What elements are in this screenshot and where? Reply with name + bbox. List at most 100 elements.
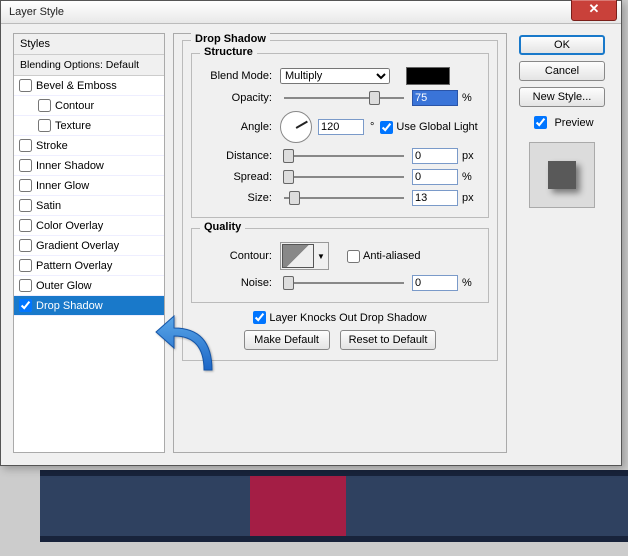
bg-bar [40, 476, 628, 536]
styles-header[interactable]: Styles [14, 34, 164, 55]
style-item-checkbox[interactable] [19, 79, 32, 92]
opacity-label: Opacity: [200, 92, 276, 104]
close-button[interactable]: ✕ [571, 0, 617, 21]
layer-knockout[interactable]: Layer Knocks Out Drop Shadow [253, 311, 426, 324]
style-item-drop-shadow[interactable]: Drop Shadow [14, 296, 164, 316]
use-global-light-checkbox[interactable] [380, 121, 393, 134]
anti-aliased-label: Anti-aliased [363, 250, 420, 262]
style-item-checkbox[interactable] [19, 259, 32, 272]
contour-picker[interactable]: ▼ [280, 242, 329, 270]
style-item-checkbox[interactable] [19, 299, 32, 312]
style-item-inner-glow[interactable]: Inner Glow [14, 176, 164, 196]
anti-aliased-checkbox[interactable] [347, 250, 360, 263]
style-item-checkbox[interactable] [19, 159, 32, 172]
style-item-label: Color Overlay [36, 220, 103, 232]
style-item-checkbox[interactable] [19, 239, 32, 252]
angle-dial[interactable] [280, 111, 312, 143]
noise-slider[interactable] [280, 282, 408, 284]
layer-knockout-label: Layer Knocks Out Drop Shadow [269, 312, 426, 324]
style-item-label: Drop Shadow [36, 300, 103, 312]
style-item-label: Inner Glow [36, 180, 89, 192]
style-item-texture[interactable]: Texture [14, 116, 164, 136]
opacity-slider[interactable] [280, 97, 408, 99]
blending-options[interactable]: Blending Options: Default [14, 55, 164, 76]
preview-box [529, 142, 595, 208]
size-field[interactable] [412, 190, 458, 206]
style-item-label: Gradient Overlay [36, 240, 119, 252]
noise-label: Noise: [200, 277, 276, 289]
style-item-checkbox[interactable] [38, 99, 51, 112]
window-title: Layer Style [9, 6, 64, 18]
angle-unit: ° [370, 121, 374, 133]
distance-unit: px [462, 150, 480, 162]
style-item-label: Stroke [36, 140, 68, 152]
style-item-checkbox[interactable] [19, 179, 32, 192]
style-item-pattern-overlay[interactable]: Pattern Overlay [14, 256, 164, 276]
structure-legend: Structure [200, 46, 257, 58]
preview-checkbox[interactable] [534, 116, 547, 129]
dialog-content: Styles Blending Options: Default Bevel &… [7, 27, 615, 459]
style-item-gradient-overlay[interactable]: Gradient Overlay [14, 236, 164, 256]
style-item-checkbox[interactable] [19, 139, 32, 152]
bg-bar-accent [250, 476, 346, 536]
style-item-label: Bevel & Emboss [36, 80, 117, 92]
style-item-label: Inner Shadow [36, 160, 104, 172]
style-item-label: Texture [55, 120, 91, 132]
size-unit: px [462, 192, 480, 204]
chevron-down-icon: ▼ [315, 252, 327, 261]
contour-label: Contour: [200, 250, 276, 262]
structure-group: Structure Blend Mode: Multiply Opacity: [191, 53, 489, 218]
spread-unit: % [462, 171, 480, 183]
ok-button[interactable]: OK [519, 35, 605, 55]
style-item-stroke[interactable]: Stroke [14, 136, 164, 156]
style-item-label: Contour [55, 100, 94, 112]
blend-mode-label: Blend Mode: [200, 70, 276, 82]
blend-mode-select[interactable]: Multiply [280, 68, 390, 84]
style-item-inner-shadow[interactable]: Inner Shadow [14, 156, 164, 176]
style-item-color-overlay[interactable]: Color Overlay [14, 216, 164, 236]
style-item-label: Pattern Overlay [36, 260, 112, 272]
style-item-outer-glow[interactable]: Outer Glow [14, 276, 164, 296]
layer-knockout-checkbox[interactable] [253, 311, 266, 324]
make-default-button[interactable]: Make Default [244, 330, 330, 350]
drop-shadow-title: Drop Shadow [191, 33, 270, 45]
new-style-button[interactable]: New Style... [519, 87, 605, 107]
quality-group: Quality Contour: ▼ Anti-aliased [191, 228, 489, 303]
styles-panel: Styles Blending Options: Default Bevel &… [13, 33, 165, 453]
style-item-label: Outer Glow [36, 280, 92, 292]
distance-field[interactable] [412, 148, 458, 164]
noise-field[interactable] [412, 275, 458, 291]
size-slider[interactable] [280, 197, 408, 199]
anti-aliased[interactable]: Anti-aliased [347, 250, 420, 263]
angle-label: Angle: [200, 121, 276, 133]
preview-label: Preview [554, 117, 593, 129]
style-item-checkbox[interactable] [19, 199, 32, 212]
distance-slider[interactable] [280, 155, 408, 157]
distance-label: Distance: [200, 150, 276, 162]
style-item-checkbox[interactable] [19, 279, 32, 292]
spread-label: Spread: [200, 171, 276, 183]
spread-field[interactable] [412, 169, 458, 185]
shadow-color-swatch[interactable] [406, 67, 450, 85]
use-global-light[interactable]: Use Global Light [380, 121, 477, 134]
spread-slider[interactable] [280, 176, 408, 178]
cancel-button[interactable]: Cancel [519, 61, 605, 81]
reset-default-button[interactable]: Reset to Default [340, 330, 437, 350]
style-item-bevel-emboss[interactable]: Bevel & Emboss [14, 76, 164, 96]
style-item-satin[interactable]: Satin [14, 196, 164, 216]
close-icon: ✕ [589, 1, 600, 16]
opacity-unit: % [462, 92, 480, 104]
opacity-field[interactable] [412, 90, 458, 106]
quality-legend: Quality [200, 221, 245, 233]
use-global-light-label: Use Global Light [396, 121, 477, 133]
contour-swatch-icon [282, 244, 314, 268]
style-item-contour[interactable]: Contour [14, 96, 164, 116]
style-item-label: Satin [36, 200, 61, 212]
size-label: Size: [200, 192, 276, 204]
style-item-checkbox[interactable] [38, 119, 51, 132]
style-item-checkbox[interactable] [19, 219, 32, 232]
bg-stripe [40, 536, 628, 542]
noise-unit: % [462, 277, 480, 289]
angle-field[interactable] [318, 119, 364, 135]
effect-settings-panel: Drop Shadow Structure Blend Mode: Multip… [173, 33, 507, 453]
